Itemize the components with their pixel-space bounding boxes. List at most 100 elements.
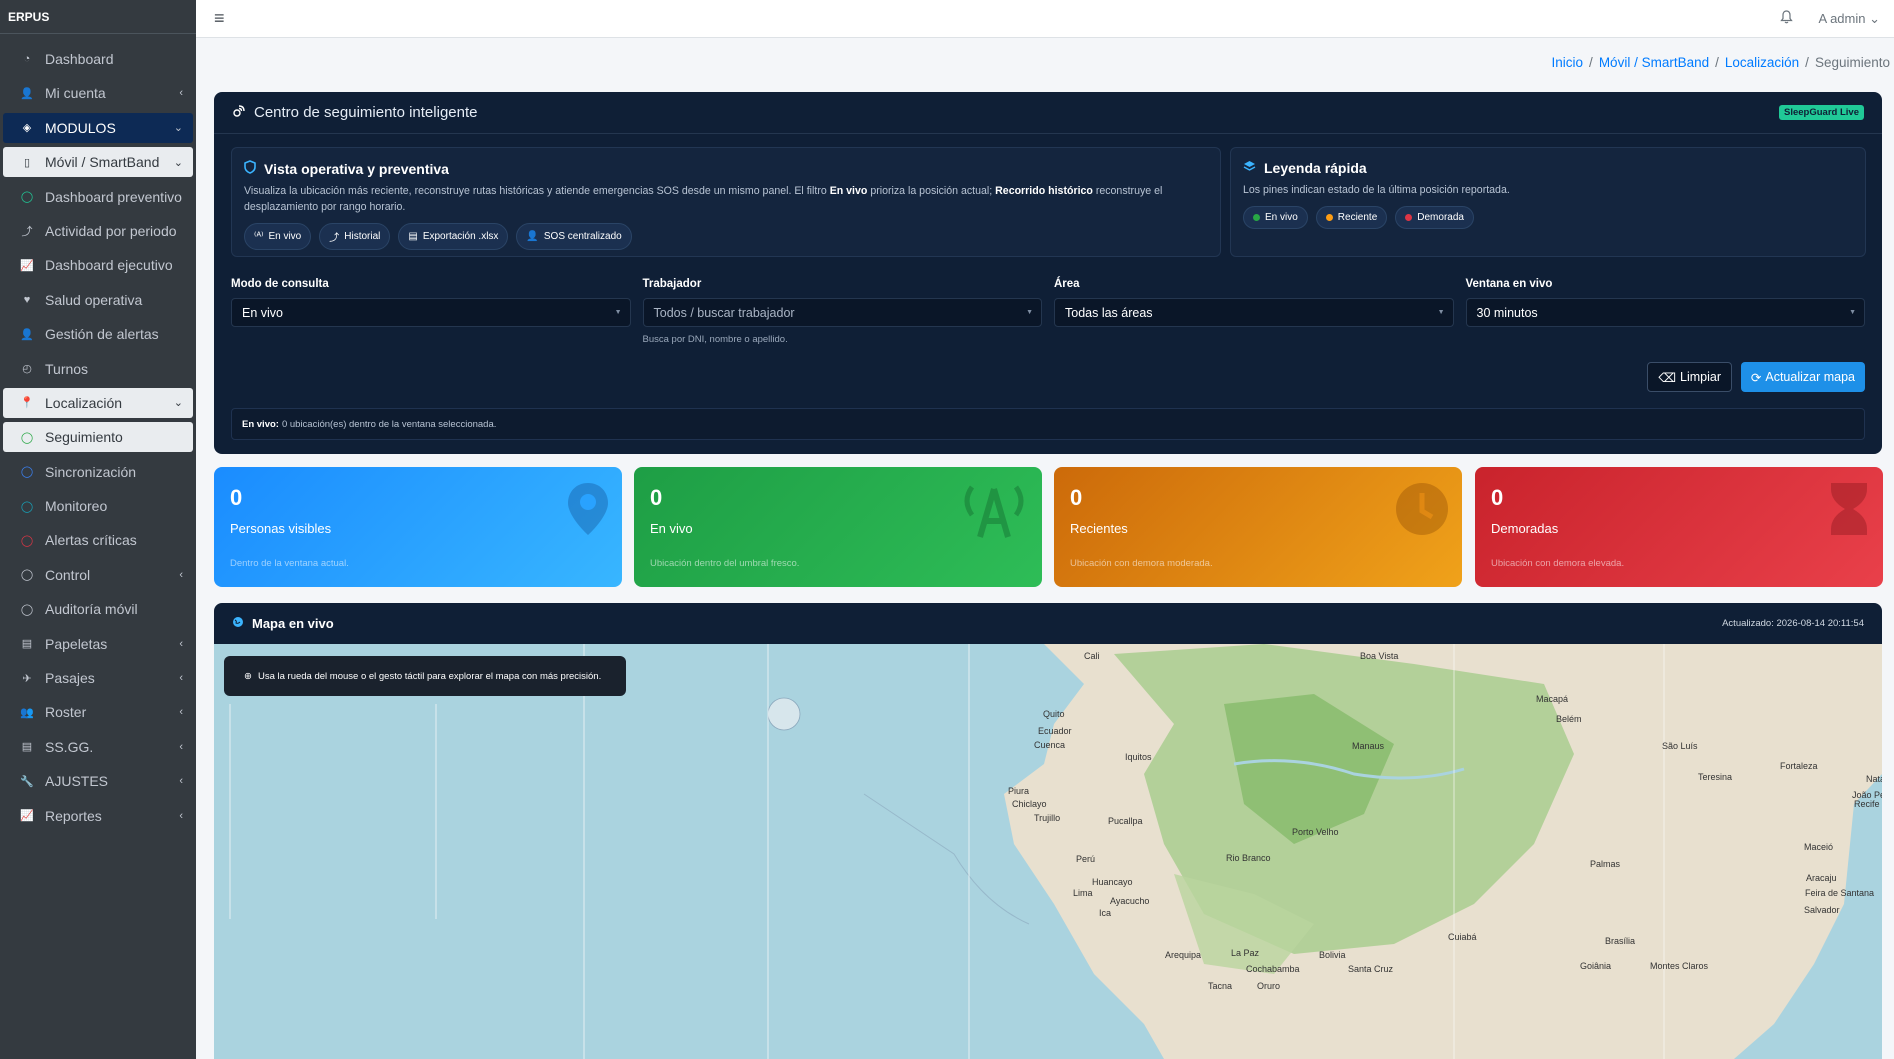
overview-title: Vista operativa y preventiva (264, 160, 449, 177)
sidebar-item-salud-operativa[interactable]: ♥ Salud operativa (3, 285, 193, 315)
breadcrumb-current: Seguimiento (1814, 55, 1890, 70)
chevron-icon: ‹ (179, 672, 183, 685)
stat-title: Personas visibles (230, 521, 332, 536)
map-place-label: Huancayo (1092, 877, 1133, 887)
breadcrumb-home[interactable]: Inicio (1552, 55, 1584, 70)
heart-icon: ♥ (23, 293, 31, 306)
sidebar-item-ss-gg-[interactable]: ▤ SS.GG. ‹ (3, 732, 193, 762)
status-dot-icon (1405, 214, 1413, 221)
chevron-icon: ‹ (179, 809, 183, 822)
stat-subtitle: Ubicación dentro del umbral fresco. (650, 558, 800, 569)
map-place-label: Brasília (1605, 936, 1636, 946)
sidebar-item-monitoreo[interactable]: ◯ Monitoreo (3, 491, 193, 521)
map-place-label: Ica (1099, 908, 1112, 918)
info-circle-icon: ⊕ (244, 670, 252, 682)
sidebar-item-papeletas[interactable]: ▤ Papeletas ‹ (3, 629, 193, 659)
sidebar-item-control[interactable]: ◯ Control ‹ (3, 560, 193, 590)
map-place-label: Boa Vista (1360, 651, 1399, 661)
clear-button[interactable]: ⌫ Limpiar (1647, 362, 1732, 392)
caret-icon: ▼ (614, 309, 622, 316)
sidebar-nav: ◔ Dashboard 👤 Mi cuenta ‹ ◈ MODULOS ⌄ ▯ Móvil / S… (0, 34, 196, 831)
sidebar: ERPUS ◔ Dashboard 👤 Mi cuenta ‹ ◈ MODULOS ⌄ ▯ Móv… (0, 0, 196, 1059)
status-line: En vivo: 0 ubicación(es) dentro de la ven… (231, 408, 1865, 440)
map-place-label: Macapá (1536, 694, 1569, 704)
sidebar-item-alertas-críticas[interactable]: ◯ Alertas críticas (3, 525, 193, 555)
map-title: Mapa en vivo (252, 616, 334, 631)
sidebar-item-dashboard-preventivo[interactable]: ◯ Dashboard preventivo (3, 182, 193, 212)
stat-title: Recientes (1070, 521, 1128, 536)
document-icon: ▤ (21, 741, 33, 754)
hamburger-menu-icon[interactable]: ≡ (214, 8, 225, 29)
user-icon: 👤 (20, 87, 34, 100)
sidebar-item-reportes[interactable]: 📈 Reportes ‹ (3, 801, 193, 831)
sidebar-item-ajustes[interactable]: 🔧 AJUSTES ‹ (3, 766, 193, 796)
mode-select[interactable]: En vivo ▼ (231, 298, 631, 327)
sidebar-item-auditoría-móvil[interactable]: ◯ Auditoría móvil (3, 594, 193, 624)
user-shield-icon: 👤 (526, 231, 539, 242)
map-place-label: Fortaleza (1780, 761, 1818, 771)
sidebar-item-dashboard-ejecutivo[interactable]: 📈 Dashboard ejecutivo (3, 250, 193, 280)
circle-icon: ◯ (20, 191, 34, 204)
breadcrumb-section[interactable]: Localización (1725, 55, 1799, 70)
overview-card: Vista operativa y preventiva Visualiza l… (231, 147, 1221, 257)
map-place-label: Manaus (1352, 741, 1385, 751)
user-menu[interactable]: A admin ⌄ (1819, 11, 1880, 27)
bell-icon[interactable] (1779, 10, 1793, 27)
map-place-label: Lima (1073, 888, 1093, 898)
window-select[interactable]: 30 minutos ▼ (1465, 298, 1865, 327)
sidebar-item-turnos[interactable]: ◴ Turnos (3, 354, 193, 384)
route-icon: ⤴ (21, 225, 33, 238)
sidebar-item-gestión-de-alertas[interactable]: 👤 Gestión de alertas (3, 319, 193, 349)
window-label: Ventana en vivo (1465, 278, 1553, 290)
brand-logo[interactable]: ERPUS (0, 0, 196, 34)
update-map-button[interactable]: ⟳ Actualizar mapa (1740, 362, 1865, 392)
sidebar-item-roster[interactable]: 👥 Roster ‹ (3, 697, 193, 727)
breadcrumb-module[interactable]: Móvil / SmartBand (1599, 55, 1709, 70)
layers-icon (1243, 160, 1256, 176)
sidebar-item-actividad-por-periodo[interactable]: ⤴ Actividad por periodo (3, 216, 193, 246)
caret-icon: ▼ (1026, 309, 1033, 316)
circle-icon: ◯ (20, 466, 34, 479)
map-place-label: Salvador (1804, 905, 1840, 915)
sidebar-item-seguimiento[interactable]: ◯ Seguimiento (3, 422, 193, 453)
map-updated: Actualizado: 2026-08-14 20:11:54 (1722, 618, 1864, 629)
chevron-icon: ‹ (179, 87, 183, 100)
stat-value: 0 (1070, 485, 1083, 510)
broadcast-icon: ⁽ᴬ⁾ (254, 231, 264, 242)
map-header: Mapa en vivo Actualizado: 2026-08-14 20:… (214, 603, 1882, 644)
sidebar-item-sincronización[interactable]: ◯ Sincronización (3, 457, 193, 487)
breadcrumb: Inicio / Móvil / SmartBand / Localizació… (1551, 55, 1890, 70)
panel-title: Centro de seguimiento inteligente (254, 104, 478, 121)
chevron-icon: ‹ (179, 740, 183, 753)
satellite-icon (232, 104, 246, 122)
map-place-label: Piura (1008, 786, 1030, 796)
area-select[interactable]: Todas las áreas ▼ (1054, 298, 1454, 327)
map-place-label: Porto Velho (1292, 827, 1339, 837)
eraser-icon: ⌫ (1658, 370, 1676, 385)
pill-sos: 👤 SOS centralizado (516, 223, 632, 250)
circle-icon: ◯ (20, 500, 34, 513)
status-dot-icon (1325, 214, 1333, 221)
sidebar-item-móvil-smartband[interactable]: ▯ Móvil / SmartBand ⌄ (3, 147, 193, 178)
worker-select[interactable]: Todos / buscar trabajador ▼ (642, 298, 1042, 327)
map-place-label: Palmas (1590, 859, 1621, 869)
legend-text: Los pines indican estado de la última po… (1243, 184, 1510, 196)
sidebar-item-dashboard[interactable]: ◔ Dashboard (3, 44, 193, 74)
chart-icon: 📈 (20, 259, 34, 272)
map-canvas[interactable]: ⊕ Usa la rueda del mouse o el gesto táct… (214, 644, 1882, 1059)
map-place-label: Montes Claros (1650, 961, 1709, 971)
sidebar-item-pasajes[interactable]: ✈ Pasajes ‹ (3, 663, 193, 693)
stat-card: 0 Recientes Ubicación con demora moderada. (1054, 467, 1462, 587)
stat-value: 0 (1491, 485, 1504, 510)
map-place-label: Maceió (1804, 842, 1834, 852)
sidebar-item-modulos[interactable]: ◈ MODULOS ⌄ (3, 112, 193, 143)
sidebar-item-mi-cuenta[interactable]: 👤 Mi cuenta ‹ (3, 78, 193, 108)
stat-card: 0 En vivo Ubicación dentro del umbral fres… (634, 467, 1042, 587)
topbar: ≡ A admin ⌄ (196, 0, 1894, 38)
refresh-icon: ⟳ (1750, 370, 1762, 385)
sidebar-item-localización[interactable]: 📍 Localización ⌄ (3, 387, 193, 418)
circle-icon: ◯ (20, 569, 34, 582)
stat-background-icon (958, 481, 1030, 544)
dashboard-icon: ◔ (23, 53, 31, 65)
legend-title: Leyenda rápida (1264, 160, 1367, 176)
